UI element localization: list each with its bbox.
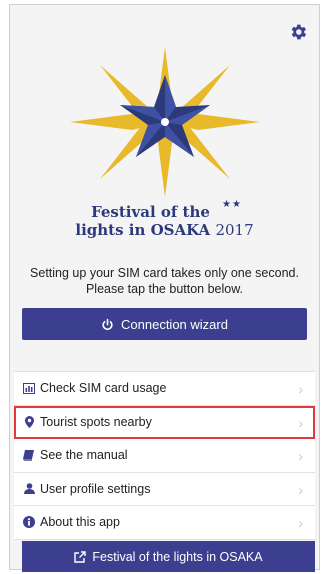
book-icon [22,449,36,461]
menu-item-about[interactable]: About this app › [14,506,315,540]
menu-item-label: User profile settings [40,481,151,496]
menu-item-manual[interactable]: See the manual › [14,439,315,473]
menu-item-tourist-spots[interactable]: Tourist spots nearby › [14,405,315,439]
external-link-icon [74,550,87,563]
gear-icon [291,24,307,40]
chevron-right-icon: › [298,481,303,498]
user-icon [22,483,36,495]
settings-button[interactable] [287,21,309,43]
menu-item-user-profile[interactable]: User profile settings › [14,473,315,506]
festival-year: 2017 [215,221,254,239]
festival-title-name: lights in OSAKA [75,221,211,239]
festival-logo: Festival of the ★★ lights in OSAKA 2017 [10,45,319,255]
main-menu: Check SIM card usage › Tourist spots nea… [14,371,315,540]
setup-line1: Setting up your SIM card takes only one … [30,266,299,280]
chevron-right-icon: › [298,381,303,397]
decor-stars: ★★ [222,199,242,210]
info-icon [22,516,36,529]
menu-item-label: About this app [40,515,120,530]
festival-link-button[interactable]: Festival of the lights in OSAKA [22,541,315,572]
star-icon [70,47,260,197]
festival-title-line2: lights in OSAKA 2017 [10,221,319,240]
menu-item-label: Check SIM card usage [40,381,167,396]
app-screen: Festival of the ★★ lights in OSAKA 2017 … [9,4,320,572]
chevron-right-icon: › [298,414,303,431]
setup-line2: Please tap the button below. [85,282,244,296]
setup-instructions: Setting up your SIM card takes only one … [16,265,313,297]
menu-item-check-sim-usage[interactable]: Check SIM card usage › [14,372,315,406]
chart-icon [22,382,36,394]
menu-item-label: See the manual [40,448,128,463]
map-pin-icon [22,415,36,428]
menu-item-label: Tourist spots nearby [40,414,152,429]
festival-title-line1: Festival of the [91,203,210,221]
connection-wizard-label: Connection wizard [121,316,228,332]
chevron-right-icon: › [298,448,303,464]
chevron-right-icon: › [298,515,303,531]
power-icon [102,318,113,330]
connection-wizard-button[interactable]: Connection wizard [22,308,307,340]
festival-link-label: Festival of the lights in OSAKA [92,549,263,564]
